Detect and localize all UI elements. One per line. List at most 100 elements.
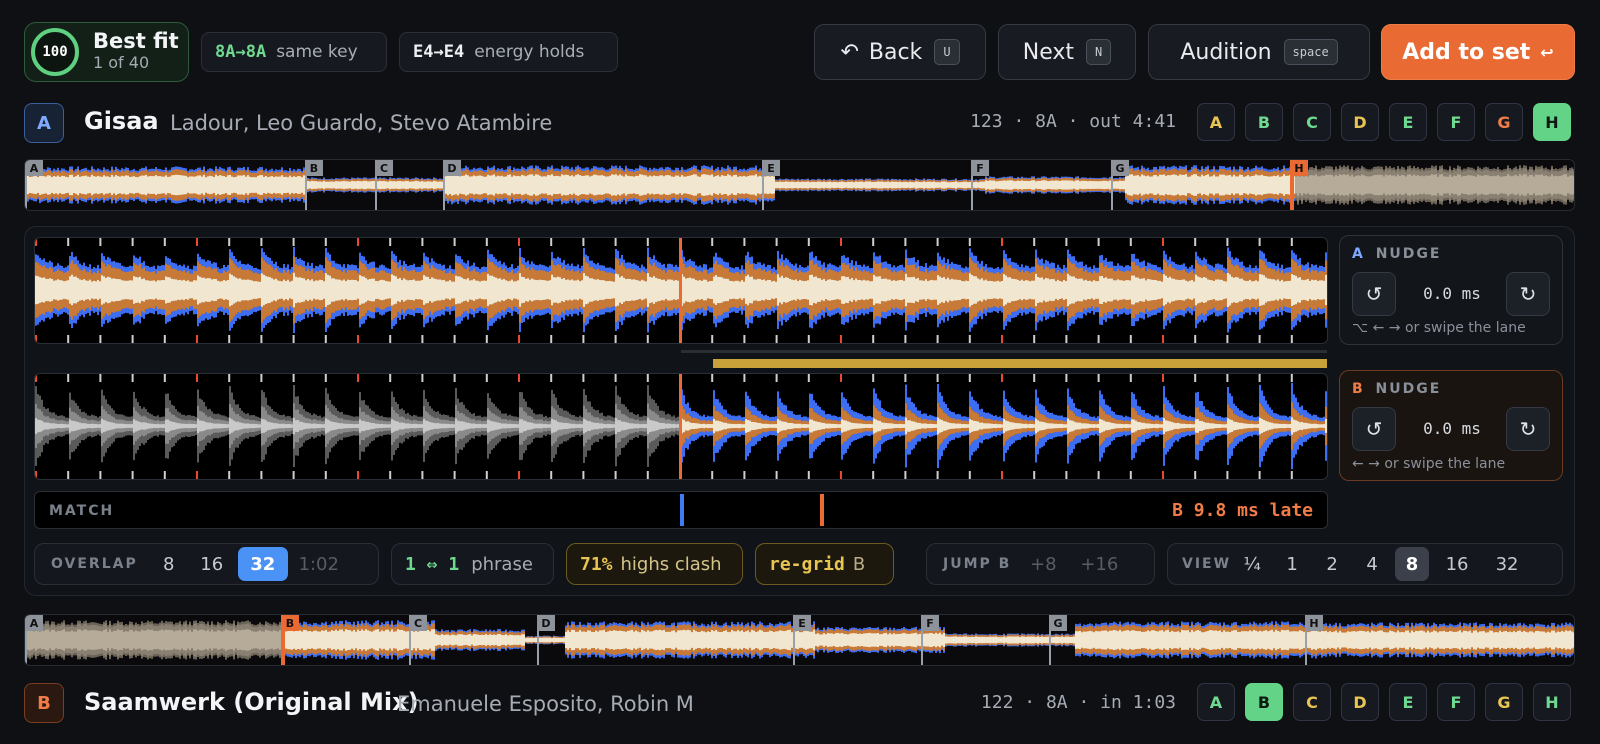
deck-a-nudge: A NUDGE ↺ 0.0 ms ↻ ⌥ ← → or swipe the la… [1339, 235, 1563, 345]
track-a-overview[interactable]: A B C D E F G H [24, 159, 1575, 211]
track-b-cue-marker-a[interactable]: A [25, 615, 43, 631]
deck-a-badge: A [24, 103, 64, 143]
track-a-cue-marker-b[interactable]: B [305, 160, 323, 176]
add-label: Add to set [1402, 39, 1531, 65]
nudge-a-label: NUDGE [1375, 246, 1442, 262]
track-a-hotcue-f[interactable]: F [1437, 103, 1475, 141]
view-option-5[interactable]: 16 [1435, 547, 1479, 581]
rotate-ccw-icon: ↺ [1365, 417, 1383, 441]
track-b-cue-marker-c[interactable]: C [409, 615, 427, 631]
view-option-4[interactable]: 8 [1395, 547, 1430, 581]
view-option-1[interactable]: 1 [1275, 547, 1309, 581]
nudge-b-forward-button[interactable]: ↻ [1506, 407, 1550, 451]
add-to-set-button[interactable]: Add to set ↩ [1381, 24, 1575, 80]
match-status: B 9.8 ms late [1172, 500, 1313, 521]
next-button[interactable]: Next N [998, 24, 1136, 80]
track-a-cue-marker-h[interactable]: H [1290, 160, 1308, 176]
overlap-option-2[interactable]: 32 [237, 547, 288, 581]
rotate-ccw-icon: ↺ [1365, 282, 1383, 306]
overlap-range-fill [713, 359, 1327, 368]
score-value: 100 [42, 44, 68, 60]
back-shortcut: U [934, 39, 960, 65]
phrase-note: phrase [471, 553, 533, 575]
track-a-hotcue-g[interactable]: G [1485, 103, 1523, 141]
audition-button[interactable]: Audition space [1148, 24, 1370, 80]
jump-option-0[interactable]: +8 [1021, 547, 1065, 581]
track-b-hotcue-e[interactable]: E [1389, 683, 1427, 721]
track-a-hotcue-h[interactable]: H [1533, 103, 1571, 141]
track-b-hotcue-d[interactable]: D [1341, 683, 1379, 721]
track-a-hotcue-b[interactable]: B [1245, 103, 1283, 141]
next-shortcut: N [1086, 39, 1112, 65]
track-b-title: Saamwerk (Original Mix) [84, 688, 419, 716]
back-label: Back [868, 39, 923, 65]
match-bar: MATCH B 9.8 ms late [34, 491, 1328, 529]
track-a-overview-waveform [25, 165, 1574, 205]
deck-a-lane[interactable] [34, 237, 1328, 344]
key-change: 8A→8A [215, 42, 267, 62]
overlap-option-3[interactable]: 1:02 [294, 547, 344, 581]
track-a-meta: 123 · 8A · out 4:41 [970, 111, 1176, 132]
track-b-cue-marker-f[interactable]: F [921, 615, 939, 631]
track-a-hotcue-c[interactable]: C [1293, 103, 1331, 141]
match-b-tick [820, 494, 824, 526]
track-b-overview[interactable]: A B C D E F G H [24, 614, 1575, 666]
track-b-hotcue-h[interactable]: H [1533, 683, 1571, 721]
track-b-cue-marker-g[interactable]: G [1049, 615, 1067, 631]
track-a-hotcue-d[interactable]: D [1341, 103, 1379, 141]
fit-title: Best fit [93, 29, 179, 53]
track-b-hotcue-a[interactable]: A [1197, 683, 1235, 721]
track-a-cue-marker-c[interactable]: C [375, 160, 393, 176]
back-button[interactable]: ↶ Back U [814, 24, 986, 80]
track-b-cue-marker-h[interactable]: H [1305, 615, 1323, 631]
track-a-cue-marker-f[interactable]: F [971, 160, 989, 176]
energy-change: E4→E4 [413, 42, 465, 62]
jump-label: JUMP B [943, 556, 1012, 572]
audition-label: Audition [1180, 39, 1272, 65]
track-b-hotcue-g[interactable]: G [1485, 683, 1523, 721]
best-fit-badge: 100 Best fit 1 of 40 [24, 22, 189, 82]
track-a-cue-marker-a[interactable]: A [25, 160, 43, 176]
overlap-option-1[interactable]: 16 [192, 547, 232, 581]
track-b-cue-marker-e[interactable]: E [793, 615, 811, 631]
audition-shortcut: space [1283, 39, 1338, 65]
overlap-label: OVERLAP [51, 556, 138, 572]
match-label: MATCH [49, 503, 115, 519]
transition-editor: 100 Best fit 1 of 40 8A→8A same key E4→E… [0, 0, 1600, 744]
track-a-hotcue-a[interactable]: A [1197, 103, 1235, 141]
nudge-b-hint: ← → or swipe the lane [1352, 456, 1506, 472]
view-option-2[interactable]: 2 [1315, 547, 1349, 581]
track-a-cue-marker-e[interactable]: E [762, 160, 780, 176]
track-b-cue-marker-b[interactable]: B [281, 615, 299, 631]
regrid-deck: B [852, 553, 866, 575]
track-b-cue-marker-d[interactable]: D [537, 615, 555, 631]
next-label: Next [1022, 39, 1075, 65]
view-option-6[interactable]: 32 [1485, 547, 1529, 581]
rotate-cw-icon: ↻ [1519, 417, 1537, 441]
nudge-a-hint: ⌥ ← → or swipe the lane [1352, 320, 1526, 336]
deck-b-lane[interactable] [34, 373, 1328, 480]
fit-rank: 1 of 40 [93, 53, 150, 72]
view-control: VIEW ¼ 1 2 4 8 16 32 [1167, 543, 1563, 585]
regrid-button[interactable]: re-grid B [755, 543, 894, 585]
track-a-cue-marker-d[interactable]: D [443, 160, 461, 176]
overlap-option-0[interactable]: 8 [152, 547, 186, 581]
track-a-cue-marker-g[interactable]: G [1111, 160, 1129, 176]
track-b-hotcue-c[interactable]: C [1293, 683, 1331, 721]
view-label: VIEW [1182, 556, 1232, 572]
track-b-hotcue-f[interactable]: F [1437, 683, 1475, 721]
track-b-hotcue-b[interactable]: B [1245, 683, 1283, 721]
jump-option-1[interactable]: +16 [1071, 547, 1127, 581]
deck-b-badge: B [24, 683, 64, 723]
nudge-b-back-button[interactable]: ↺ [1352, 407, 1396, 451]
view-option-3[interactable]: 4 [1355, 547, 1389, 581]
nudge-a-forward-button[interactable]: ↻ [1506, 272, 1550, 316]
track-a-title: Gisaa [84, 107, 159, 135]
highs-clash-badge: 71% highs clash [566, 543, 743, 585]
nudge-a-value: 0.0 ms [1423, 284, 1481, 303]
nudge-a-back-button[interactable]: ↺ [1352, 272, 1396, 316]
track-a-hotcue-e[interactable]: E [1389, 103, 1427, 141]
undo-arrow-icon: ↶ [840, 39, 859, 65]
view-option-0[interactable]: ¼ [1235, 547, 1269, 581]
regrid-label: re-grid [769, 553, 845, 575]
